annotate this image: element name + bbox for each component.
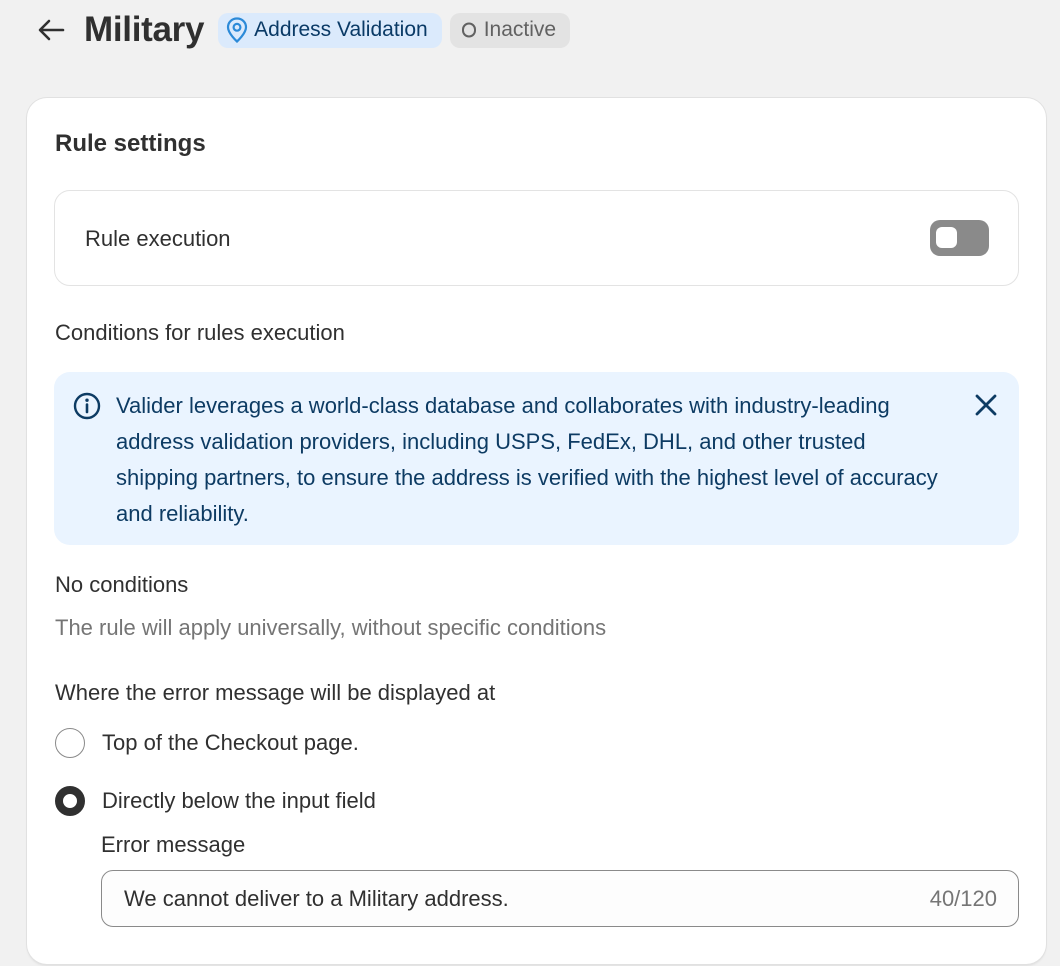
status-badge: Inactive — [449, 12, 571, 48]
no-conditions-description: The rule will apply universally, without… — [55, 615, 607, 640]
radio-option-top-of-checkout[interactable]: Top of the Checkout page. — [55, 728, 359, 758]
info-banner-text: Valider leverages a world-class database… — [116, 393, 938, 526]
status-badge-label: Inactive — [483, 18, 557, 41]
dismiss-banner-button[interactable] — [971, 390, 1001, 420]
radio-option-below-input[interactable]: Directly below the input field — [55, 786, 376, 816]
rule-execution-toggle[interactable] — [930, 220, 989, 256]
error-message-label: Error message — [101, 832, 246, 857]
error-message-input[interactable] — [124, 885, 930, 912]
display-location-label: Where the error message will be displaye… — [55, 680, 496, 705]
radio-label: Directly below the input field — [102, 788, 376, 813]
radio-label: Top of the Checkout page. — [102, 730, 359, 755]
type-badge-label: Address Validation — [254, 18, 428, 41]
error-message-field[interactable]: 40/120 — [101, 870, 1019, 927]
card-title: Rule settings — [55, 130, 206, 157]
no-conditions-title: No conditions — [55, 572, 189, 597]
character-count: 40/120 — [929, 885, 997, 911]
radio-button[interactable] — [55, 728, 85, 758]
info-banner: Valider leverages a world-class database… — [54, 372, 1019, 545]
toggle-knob — [936, 227, 957, 248]
info-icon — [73, 392, 101, 420]
page-title: Military — [84, 10, 205, 49]
status-circle-icon — [460, 21, 478, 39]
conditions-label: Conditions for rules execution — [55, 320, 345, 345]
close-icon — [975, 394, 997, 416]
type-badge: Address Validation — [218, 12, 442, 48]
rule-execution-box: Rule execution — [54, 190, 1019, 286]
radio-button-selected[interactable] — [55, 786, 85, 816]
page-header: Military Address Validation Inactive — [36, 10, 578, 50]
back-button[interactable] — [36, 15, 66, 45]
rule-settings-card: Rule settings Rule execution Conditions … — [27, 98, 1046, 964]
rule-execution-label: Rule execution — [85, 226, 231, 251]
location-pin-icon — [226, 17, 248, 43]
arrow-left-icon — [38, 19, 65, 41]
